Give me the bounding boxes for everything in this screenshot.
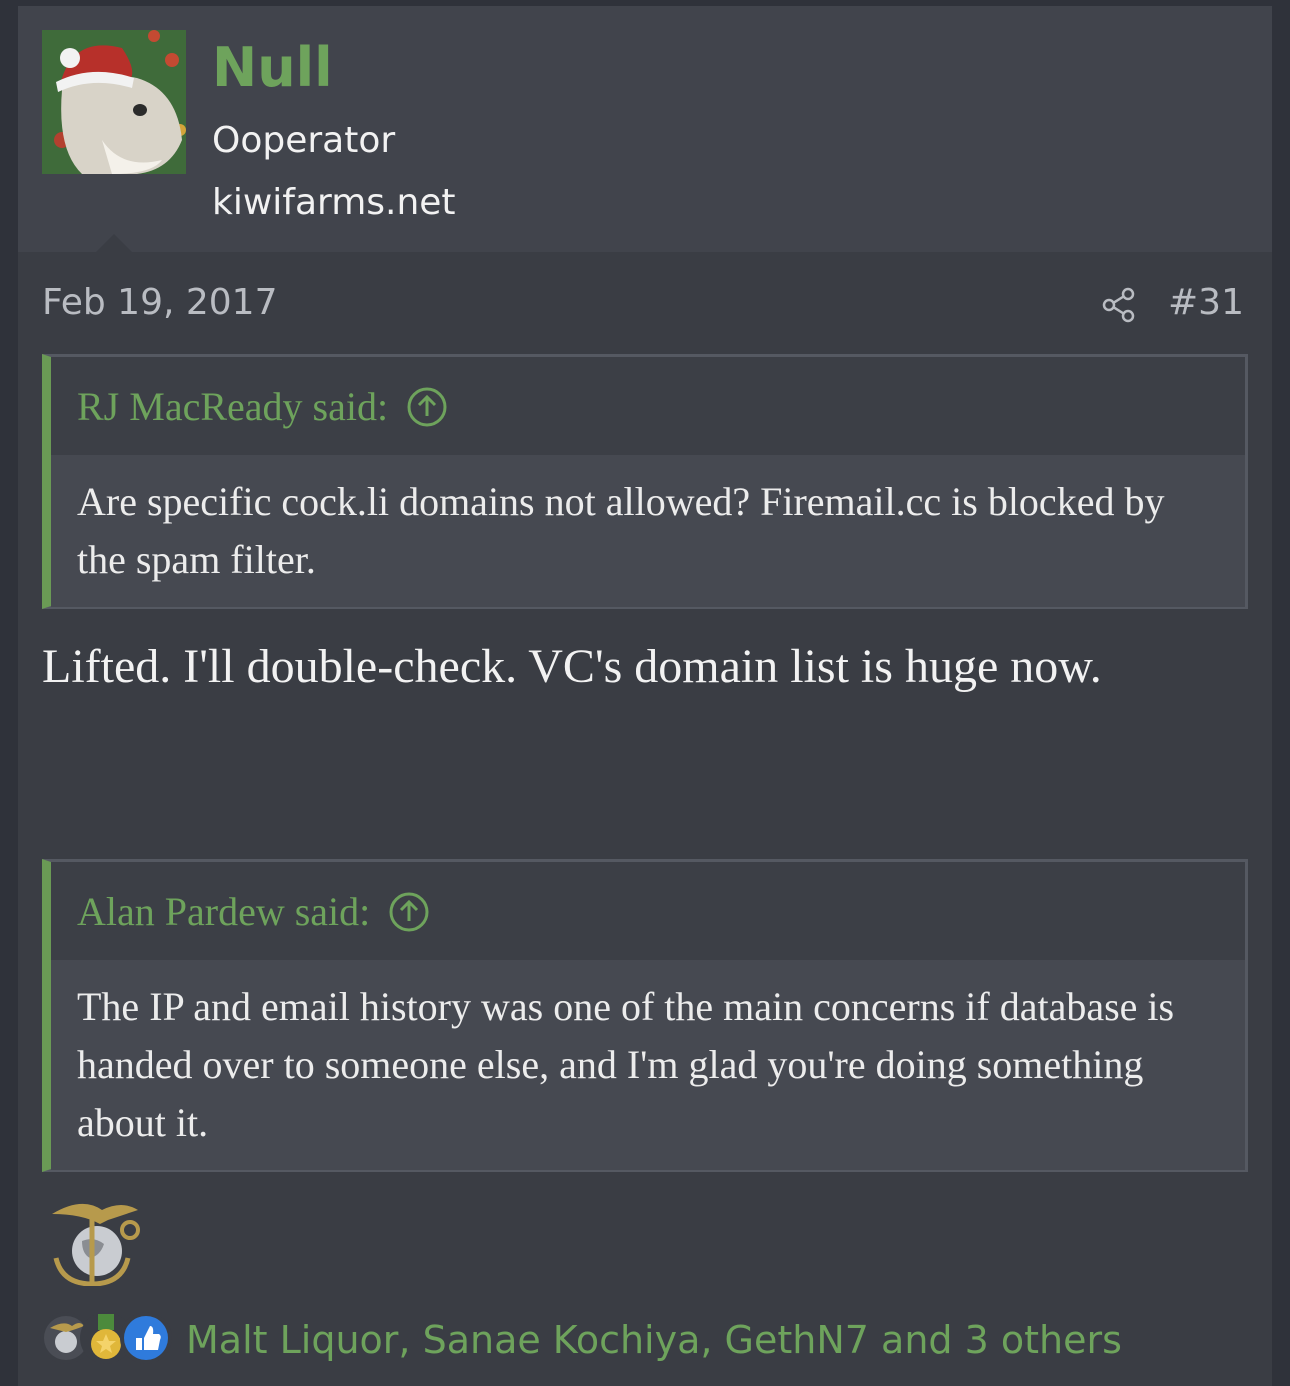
quote-author: RJ MacReady said: [77,384,389,429]
user-banner: kiwifarms.net [212,182,456,223]
quote-attribution[interactable]: Alan Pardew said: [77,888,430,937]
quote-content: Are specific cock.li domains not allowed… [51,455,1245,607]
quote-author: Alan Pardew said: [77,889,371,934]
post-number[interactable]: #31 [1168,282,1244,323]
user-title: Ooperator [212,120,396,161]
eagle-globe-anchor-icon [52,1203,140,1286]
quote-block: Alan Pardew said: The IP and email histo… [42,859,1248,1172]
quote-header: Alan Pardew said: [51,862,1245,960]
reaction-icons[interactable] [36,1310,176,1366]
avatar[interactable] [42,30,186,174]
quote-block: RJ MacReady said: Are specific cock.li d… [42,354,1248,609]
post-date[interactable]: Feb 19, 2017 [42,282,278,323]
share-icon[interactable] [1100,286,1138,324]
reaction-summary[interactable]: Malt Liquor, Sanae Kochiya, GethN7 and 3… [186,1318,1122,1362]
username[interactable]: Null [212,36,333,99]
quote-attribution[interactable]: RJ MacReady said: [77,383,448,432]
post-body: Lifted. I'll double-check. VC's domain l… [42,640,1102,693]
header-caret [96,234,132,252]
forum-post: Null Ooperator kiwifarms.net Feb 19, 201… [18,6,1272,1386]
jump-to-quote-icon[interactable] [406,386,448,428]
user-header: Null Ooperator kiwifarms.net [18,6,1272,252]
jump-to-quote-icon[interactable] [388,891,430,933]
quote-content: The IP and email history was one of the … [51,960,1245,1170]
quote-header: RJ MacReady said: [51,357,1245,455]
